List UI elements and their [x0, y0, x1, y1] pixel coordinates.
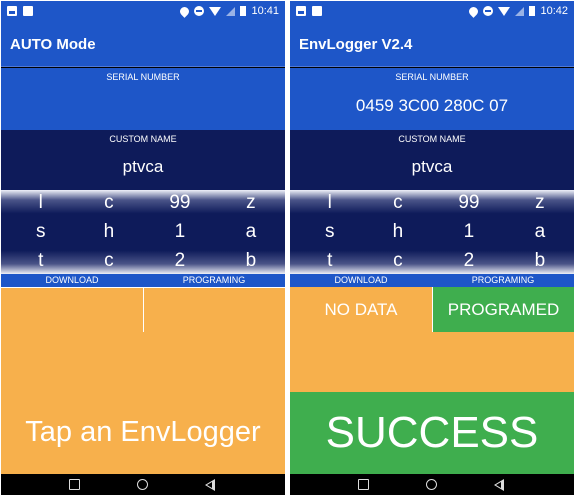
picker-item: c	[104, 192, 114, 213]
app-title: AUTO Mode	[10, 36, 96, 53]
picker-item: b	[534, 250, 546, 271]
do-not-disturb-icon	[483, 6, 494, 16]
picker-item: 2	[174, 250, 186, 271]
picker-item: 2	[463, 250, 475, 271]
serial-number-label: SERIAL NUMBER	[395, 72, 469, 82]
location-icon	[467, 4, 481, 18]
status-cells	[1, 287, 285, 332]
picker-item-selected: h	[392, 221, 404, 242]
character-picker[interactable]: l s t c h c 99 1 2 z a b	[290, 190, 574, 274]
app-bar: AUTO Mode	[1, 23, 285, 67]
picker-item-selected: 1	[463, 221, 475, 242]
serial-number-label: SERIAL NUMBER	[106, 72, 180, 82]
gallery-icon	[7, 6, 17, 16]
picker-wheel-2[interactable]: c h c	[75, 190, 143, 274]
nav-bar	[290, 474, 574, 495]
picker-item-selected: s	[36, 221, 46, 242]
custom-name-label: CUSTOM NAME	[398, 134, 466, 144]
home-icon[interactable]	[426, 479, 437, 490]
phone-screen-envlogger: 10:42 EnvLogger V2.4 SERIAL NUMBER 0459 …	[290, 1, 574, 495]
battery-icon	[240, 6, 247, 16]
nav-bar	[1, 474, 285, 495]
picker-item: 99	[169, 192, 191, 213]
picker-item: l	[38, 192, 43, 213]
picker-item: c	[393, 250, 403, 271]
signal-icon	[226, 6, 236, 16]
picker-item-selected: 1	[174, 221, 186, 242]
location-icon	[178, 4, 192, 18]
recents-icon[interactable]	[358, 479, 369, 490]
download-label: DOWNLOAD	[334, 275, 388, 285]
download-label: DOWNLOAD	[45, 275, 99, 285]
wifi-icon	[498, 6, 511, 16]
download-status	[1, 287, 143, 332]
status-cells: NO DATA PROGRAMED	[290, 287, 574, 332]
picker-item: t	[327, 250, 333, 271]
battery-icon	[529, 6, 536, 16]
back-icon[interactable]	[205, 479, 215, 491]
status-bar: 10:42	[290, 1, 574, 23]
picker-item: b	[245, 250, 257, 271]
picker-item: z	[535, 192, 545, 213]
picker-item: z	[246, 192, 256, 213]
download-status: NO DATA	[324, 299, 398, 319]
status-time: 10:42	[540, 5, 568, 17]
picker-wheel-1[interactable]: l s t	[7, 190, 75, 274]
tap-prompt: Tap an EnvLogger	[25, 416, 261, 448]
sd-card-icon	[23, 6, 33, 16]
picker-wheel-4[interactable]: z a b	[506, 190, 574, 274]
tap-area[interactable]: Tap an EnvLogger	[1, 332, 285, 474]
programing-label: PROGRAMING	[471, 275, 535, 285]
picker-item: c	[393, 192, 403, 213]
picker-item-selected: h	[103, 221, 115, 242]
picker-wheel-2[interactable]: c h c	[364, 190, 432, 274]
custom-name-value[interactable]: ptvca	[290, 157, 574, 177]
result-area: SUCCESS	[290, 332, 574, 474]
phone-screen-auto-mode: 10:41 AUTO Mode SERIAL NUMBER CUSTOM NAM…	[1, 1, 285, 495]
serial-number-section: SERIAL NUMBER	[1, 68, 285, 130]
character-picker[interactable]: l s t c h c 99 1 2 z a b	[1, 190, 285, 274]
picker-wheel-4[interactable]: z a b	[217, 190, 285, 274]
serial-number-value: 0459 3C00 280C 07	[355, 96, 509, 115]
signal-icon	[515, 6, 525, 16]
picker-item: c	[104, 250, 114, 271]
status-bar: 10:41	[1, 1, 285, 23]
back-icon[interactable]	[494, 479, 504, 491]
do-not-disturb-icon	[194, 6, 205, 16]
custom-name-section: CUSTOM NAME ptvca	[1, 130, 285, 190]
programing-status	[143, 287, 285, 332]
picker-item-selected: a	[534, 221, 546, 242]
custom-name-label: CUSTOM NAME	[109, 134, 177, 144]
custom-name-value[interactable]: ptvca	[1, 157, 285, 177]
serial-number-section: SERIAL NUMBER 0459 3C00 280C 07	[290, 68, 574, 130]
wifi-icon	[209, 6, 222, 16]
app-bar: EnvLogger V2.4	[290, 23, 574, 67]
status-tabs: DOWNLOAD PROGRAMING	[290, 274, 574, 287]
picker-item: t	[38, 250, 44, 271]
recents-icon[interactable]	[69, 479, 80, 490]
home-icon[interactable]	[137, 479, 148, 490]
picker-item: 99	[458, 192, 480, 213]
picker-item-selected: s	[325, 221, 335, 242]
status-time: 10:41	[251, 5, 279, 17]
programing-status: PROGRAMED	[432, 287, 574, 332]
sd-card-icon	[312, 6, 322, 16]
picker-item-selected: a	[245, 221, 257, 242]
programing-label: PROGRAMING	[182, 275, 246, 285]
picker-wheel-3[interactable]: 99 1 2	[146, 190, 214, 274]
success-banner: SUCCESS	[290, 392, 574, 474]
gallery-icon	[296, 6, 306, 16]
picker-item: l	[327, 192, 332, 213]
status-tabs: DOWNLOAD PROGRAMING	[1, 274, 285, 287]
app-title: EnvLogger V2.4	[299, 36, 413, 53]
custom-name-section: CUSTOM NAME ptvca	[290, 130, 574, 190]
picker-wheel-1[interactable]: l s t	[296, 190, 364, 274]
picker-wheel-3[interactable]: 99 1 2	[435, 190, 503, 274]
